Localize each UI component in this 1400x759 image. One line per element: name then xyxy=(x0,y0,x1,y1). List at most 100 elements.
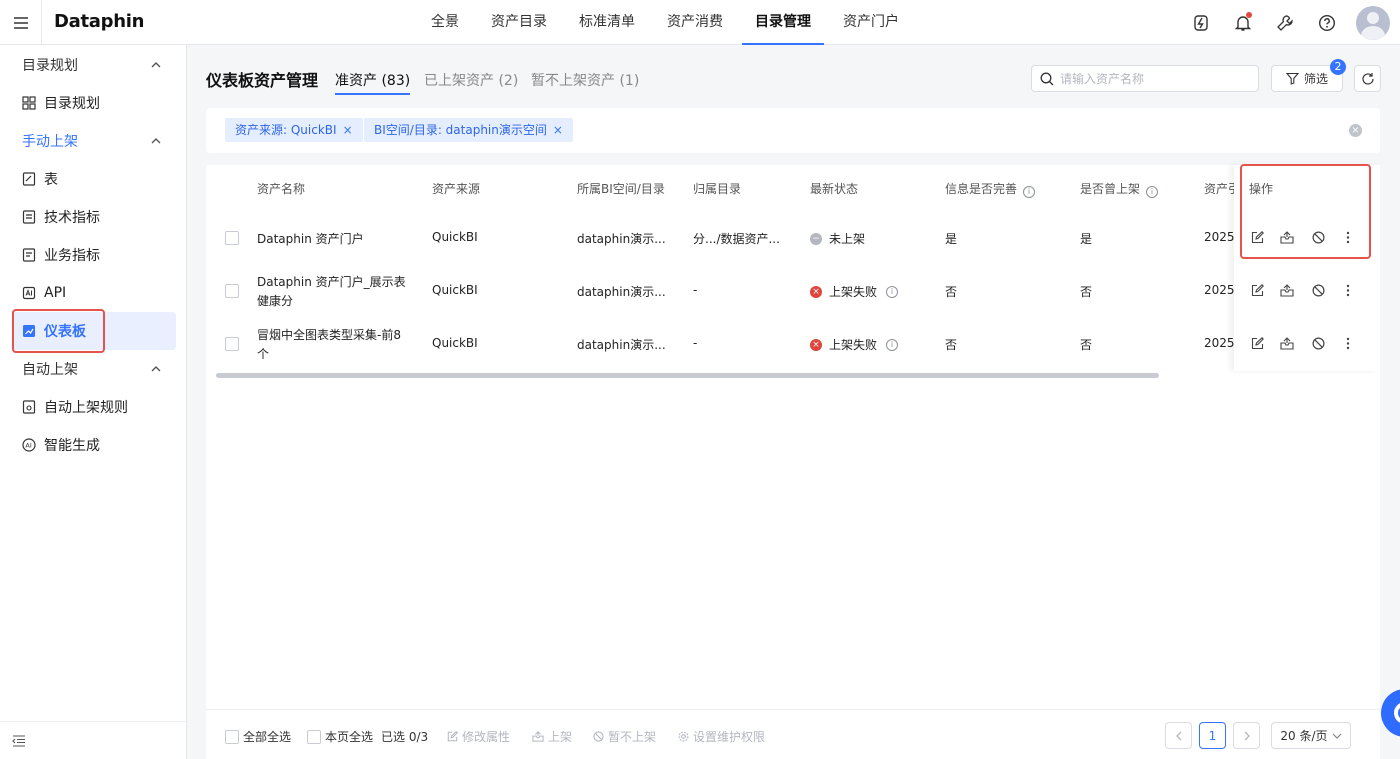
top-navbar: Dataphin 全景 资产目录 标准清单 资产消费 目录管理 资产门户 xyxy=(0,0,1400,45)
cell-ever-listed: 否 xyxy=(1080,285,1093,299)
chevron-up-icon xyxy=(151,366,161,372)
select-page-checkbox[interactable]: 本页全选 xyxy=(307,728,373,745)
col-header-catalog: 归属目录 xyxy=(693,182,742,196)
search-input[interactable] xyxy=(1060,71,1240,86)
sidebar-item-api[interactable]: API xyxy=(12,274,176,312)
cell-status: × 上架失败 i xyxy=(810,283,899,300)
publish-icon[interactable] xyxy=(1280,336,1294,350)
filter-icon xyxy=(1285,72,1299,85)
row-checkbox[interactable] xyxy=(225,231,239,245)
error-status-icon: × xyxy=(810,285,822,298)
row-checkbox[interactable] xyxy=(225,337,239,351)
nav-asset-catalog[interactable]: 资产目录 xyxy=(478,0,560,45)
page-1-button[interactable]: 1 xyxy=(1199,722,1226,749)
user-avatar[interactable] xyxy=(1356,5,1390,40)
status-label: 未上架 xyxy=(829,232,866,246)
sidebar-group-auto-listing[interactable]: 自动上架 xyxy=(0,350,186,388)
horizontal-scrollbar[interactable] xyxy=(216,373,1159,378)
list-button[interactable]: 上架 xyxy=(532,728,572,745)
info-icon[interactable]: i xyxy=(1146,186,1159,198)
wrench-icon[interactable] xyxy=(1264,0,1306,45)
more-icon[interactable] xyxy=(1341,336,1355,350)
more-icon[interactable] xyxy=(1341,283,1355,297)
name-line: 个 xyxy=(257,347,270,361)
maintain-permission-button[interactable]: 设置维护权限 xyxy=(678,728,765,745)
sidebar-collapse-button[interactable] xyxy=(0,721,186,759)
close-icon[interactable]: × xyxy=(343,123,353,137)
chip-label: BI空间/目录: dataphin演示空间 xyxy=(374,123,547,137)
cell-catalog: - xyxy=(693,283,698,297)
sidebar-item-catalog-plan[interactable]: 目录规划 xyxy=(12,84,176,122)
tab-unlisted-assets[interactable]: 暂不上架资产 (1) xyxy=(531,70,639,95)
refresh-button[interactable] xyxy=(1354,65,1381,92)
name-line: 冒烟中全图表类型采集-前8 xyxy=(257,328,401,342)
cell-catalog: 分.../数据资产... xyxy=(693,232,780,246)
search-box xyxy=(1031,65,1259,92)
row-checkbox[interactable] xyxy=(225,284,239,298)
ban-icon[interactable] xyxy=(1311,283,1325,297)
sidebar: 目录规划 目录规划 手动上架 表 技术指标 业务指标 API 仪表板 自动上架 … xyxy=(0,45,187,759)
sidebar-group-manual-listing[interactable]: 手动上架 xyxy=(0,122,186,160)
clear-filters-icon[interactable]: × xyxy=(1349,124,1362,137)
dataphin-logo[interactable]: Dataphin xyxy=(54,11,144,32)
nav-standard-list[interactable]: 标准清单 xyxy=(566,0,648,45)
info-icon[interactable]: i xyxy=(886,285,899,298)
close-icon[interactable]: × xyxy=(553,123,563,137)
asset-table: 资产名称 资产来源 所属BI空间/目录 归属目录 最新状态 信息是否完善 i 是否… xyxy=(206,164,1380,759)
publish-icon[interactable] xyxy=(1280,283,1294,297)
cell-complete: 否 xyxy=(945,338,958,352)
tab-quasi-assets[interactable]: 准资产 (83) xyxy=(335,70,411,95)
prev-page-button[interactable] xyxy=(1165,722,1192,749)
cell-bi-space: dataphin演示... xyxy=(577,285,666,299)
grid-icon xyxy=(22,96,36,110)
refresh-icon xyxy=(1361,72,1374,85)
select-all-checkbox[interactable]: 全部全选 xyxy=(225,728,291,745)
ban-icon xyxy=(593,731,604,742)
edit-icon[interactable] xyxy=(1250,283,1264,297)
info-icon[interactable]: i xyxy=(1023,186,1036,198)
nav-catalog-management[interactable]: 目录管理 xyxy=(742,0,824,45)
col-header-name: 资产名称 xyxy=(257,182,306,196)
status-label: 上架失败 xyxy=(829,338,878,352)
ban-icon[interactable] xyxy=(1311,336,1325,350)
cell-bi-space: dataphin演示... xyxy=(577,232,666,246)
button-label: 上架 xyxy=(548,730,573,744)
nav-asset-portal[interactable]: 资产门户 xyxy=(830,0,912,45)
edit-attr-button[interactable]: 修改属性 xyxy=(447,728,510,745)
bell-icon[interactable] xyxy=(1222,0,1264,45)
rule-doc-icon xyxy=(22,400,36,414)
doc-icon xyxy=(22,248,36,262)
cell-catalog: - xyxy=(693,336,698,350)
cell-source: QuickBI xyxy=(432,336,478,350)
cell-complete: 是 xyxy=(945,232,958,246)
sidebar-item-biz-metric[interactable]: 业务指标 xyxy=(12,236,176,274)
selected-count: 已选 0/3 xyxy=(381,730,429,744)
button-label: 设置维护权限 xyxy=(693,730,766,744)
edit-icon[interactable] xyxy=(1250,336,1264,350)
floating-assistant-button[interactable] xyxy=(1381,689,1400,737)
nav-asset-consumption[interactable]: 资产消费 xyxy=(654,0,736,45)
sidebar-group-catalog-plan[interactable]: 目录规划 xyxy=(0,46,186,84)
sidebar-item-label: 智能生成 xyxy=(44,438,100,454)
next-page-button[interactable] xyxy=(1233,722,1260,749)
tab-listed-assets[interactable]: 已上架资产 (2) xyxy=(424,70,518,95)
filter-label: 筛选 xyxy=(1303,72,1328,86)
sidebar-item-tech-metric[interactable]: 技术指标 xyxy=(12,198,176,236)
sidebar-item-auto-rule[interactable]: 自动上架规则 xyxy=(12,388,176,426)
sidebar-item-smart-gen[interactable]: AI 智能生成 xyxy=(12,426,176,464)
sidebar-item-table[interactable]: 表 xyxy=(12,160,176,198)
bolt-icon[interactable] xyxy=(1180,0,1222,45)
sidebar-item-label: 表 xyxy=(44,172,58,188)
page-size-select[interactable]: 20 条/页 xyxy=(1271,722,1351,749)
help-icon[interactable] xyxy=(1306,0,1348,45)
sidebar-item-label: 业务指标 xyxy=(44,248,100,264)
button-label: 修改属性 xyxy=(462,730,511,744)
button-label: 暂不上架 xyxy=(608,730,657,744)
unlist-button[interactable]: 暂不上架 xyxy=(593,728,656,745)
filter-button[interactable]: 筛选 2 xyxy=(1271,59,1346,92)
nav-overview[interactable]: 全景 xyxy=(418,0,472,45)
select-all-label: 全部全选 xyxy=(243,730,292,744)
info-icon[interactable]: i xyxy=(886,338,899,351)
menu-icon[interactable] xyxy=(0,0,42,45)
filter-chip-source: 资产来源: QuickBI × xyxy=(225,118,363,142)
